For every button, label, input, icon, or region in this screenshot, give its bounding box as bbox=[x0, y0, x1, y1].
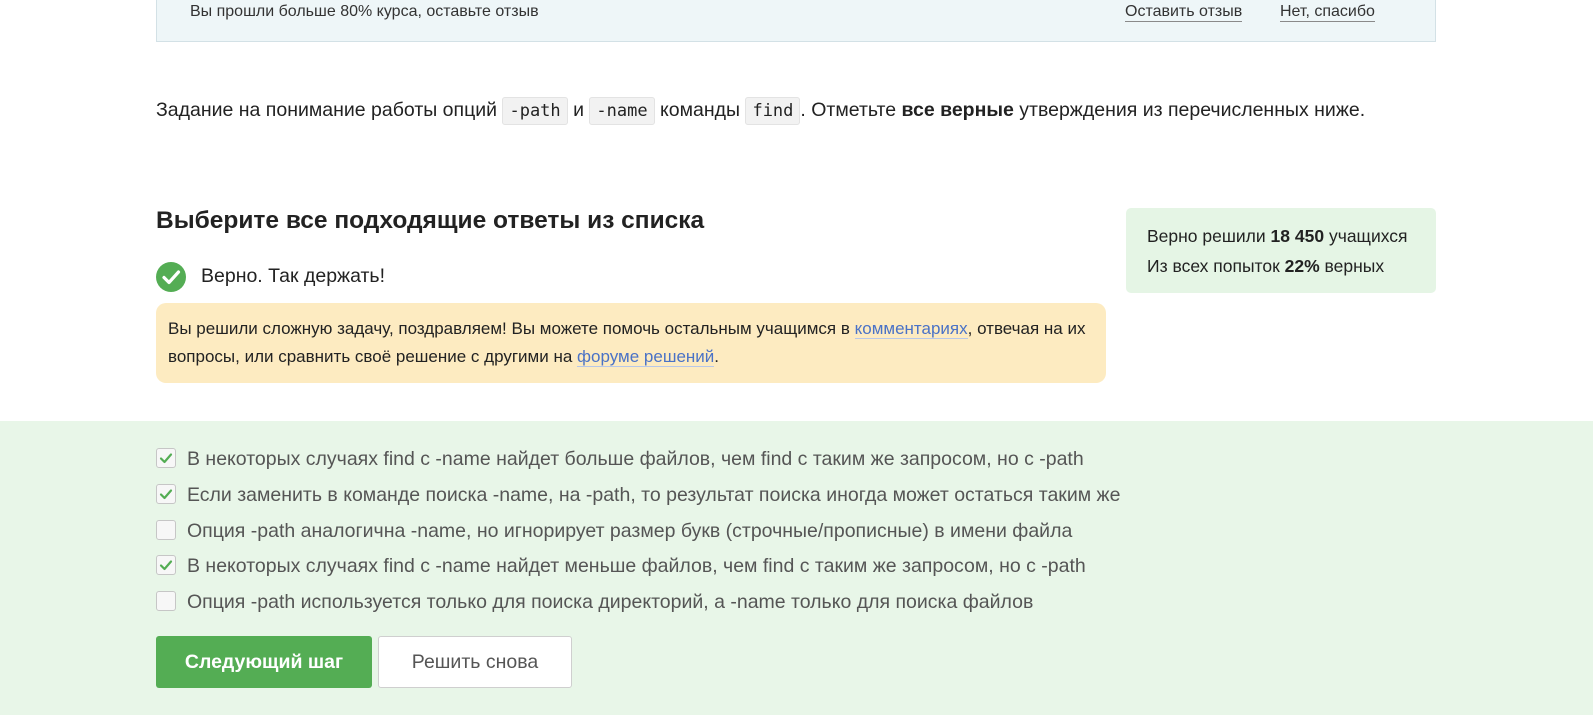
code-find-command: find bbox=[745, 97, 801, 125]
review-banner-text: Вы прошли больше 80% курса, оставьте отз… bbox=[190, 3, 539, 20]
verdict-text: Верно. Так держать! bbox=[201, 265, 386, 287]
answer-label: Опция -path используется только для поис… bbox=[187, 591, 1034, 613]
answer-checkbox[interactable] bbox=[156, 448, 176, 468]
code-path-option: -path bbox=[502, 97, 568, 125]
stats-solved-count: 18 450 bbox=[1270, 226, 1325, 246]
solve-again-button[interactable]: Решить снова bbox=[378, 636, 572, 688]
comments-link[interactable]: комментариях bbox=[854, 319, 968, 339]
stats-solved-suffix: учащихся bbox=[1328, 226, 1408, 246]
answer-label: В некоторых случаях find c -name найдет … bbox=[187, 555, 1086, 577]
task-mark-text: . Отметьте bbox=[800, 99, 897, 121]
checkmark-icon bbox=[159, 489, 173, 500]
checkmark-icon bbox=[159, 453, 173, 464]
answer-checkbox[interactable] bbox=[156, 555, 176, 575]
code-name-option: -name bbox=[589, 97, 655, 125]
answer-label: Если заменить в команде поиска -name, на… bbox=[187, 484, 1121, 506]
answer-checkbox[interactable] bbox=[156, 591, 176, 611]
answer-checkbox[interactable] bbox=[156, 520, 176, 540]
hint-text-3: . bbox=[714, 347, 720, 366]
task-and: и bbox=[573, 99, 584, 121]
hint-text-1: Вы решили сложную задачу, поздравляем! В… bbox=[168, 319, 850, 338]
task-description: Задание на понимание работы опций -path … bbox=[156, 94, 1365, 127]
review-banner: Вы прошли больше 80% курса, оставьте отз… bbox=[156, 0, 1436, 42]
task-bold-text: все верные bbox=[901, 99, 1014, 121]
task-command-word: команды bbox=[660, 99, 741, 121]
next-step-button[interactable]: Следующий шаг bbox=[156, 636, 372, 688]
answer-checkbox[interactable] bbox=[156, 484, 176, 504]
correct-check-icon bbox=[156, 262, 186, 292]
task-prefix: Задание на понимание работы опций bbox=[156, 99, 498, 121]
stats-attempts-line: Из всех попыток 22% верных bbox=[1147, 251, 1415, 281]
answer-label: Опция -path аналогична -name, но игнорир… bbox=[187, 520, 1073, 542]
stats-attempts-percent: 22% bbox=[1284, 256, 1320, 276]
quiz-heading: Выберите все подходящие ответы из списка bbox=[156, 207, 705, 234]
stats-panel: Верно решили 18 450 учащихся Из всех поп… bbox=[1126, 208, 1436, 293]
leave-review-link[interactable]: Оставить отзыв bbox=[1125, 3, 1243, 22]
stats-solved-prefix: Верно решили bbox=[1147, 226, 1266, 246]
decline-review-link[interactable]: Нет, спасибо bbox=[1280, 3, 1375, 22]
task-suffix: утверждения из перечисленных ниже. bbox=[1019, 99, 1366, 121]
stats-attempts-prefix: Из всех попыток bbox=[1147, 256, 1280, 276]
answer-label: В некоторых случаях find c -name найдет … bbox=[187, 448, 1084, 470]
checkmark-icon bbox=[159, 560, 173, 571]
stats-attempts-suffix: верных bbox=[1324, 256, 1385, 276]
stats-solved-line: Верно решили 18 450 учащихся bbox=[1147, 221, 1415, 251]
hint-box: Вы решили сложную задачу, поздравляем! В… bbox=[156, 303, 1106, 383]
solutions-forum-link[interactable]: форуме решений bbox=[577, 347, 715, 367]
